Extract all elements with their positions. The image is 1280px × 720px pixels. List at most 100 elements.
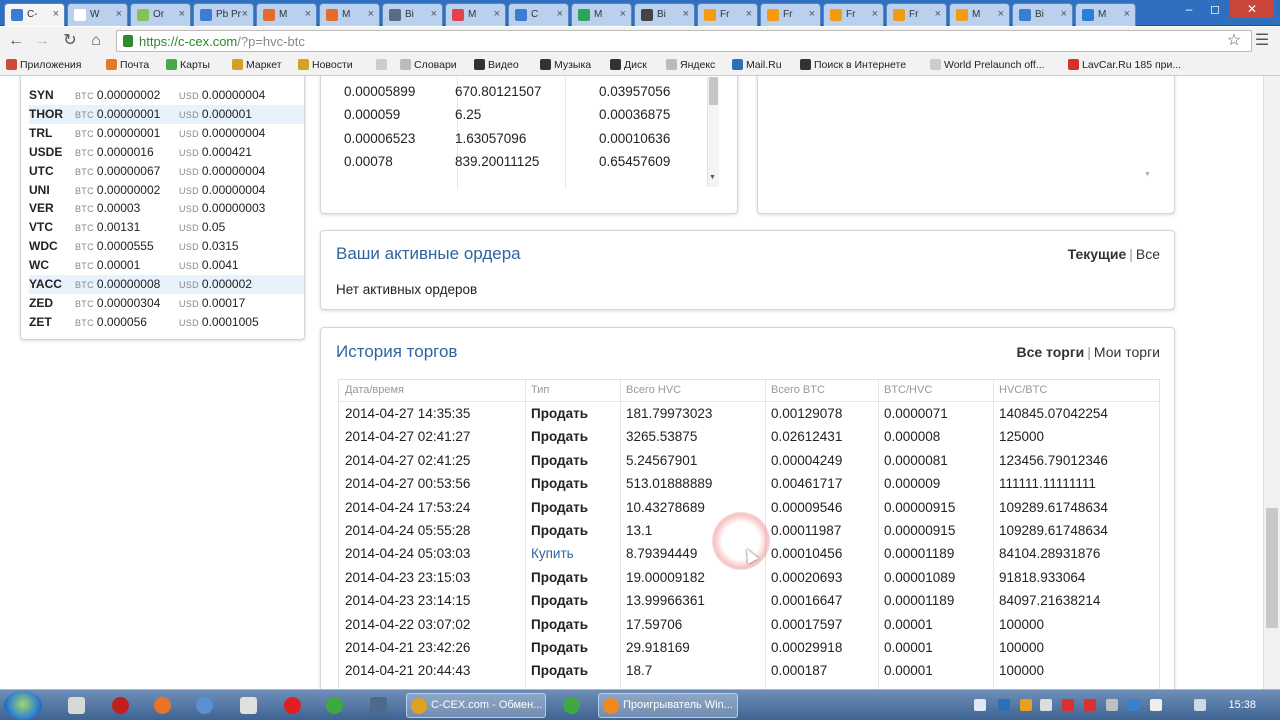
tab-close-icon[interactable]: × [305,8,311,20]
tray-icon[interactable] [1020,699,1032,711]
table-row[interactable]: 2014-04-23 23:15:03 Продать 19.00009182 0.0… [339,566,1159,589]
column-header[interactable]: BTC/HVC [884,384,932,396]
minimize-button[interactable]: – [1176,0,1202,18]
browser-tab[interactable]: C- × [4,3,65,26]
back-arrow-icon[interactable]: ← [6,31,26,51]
browser-tab[interactable]: Bi × [382,3,443,26]
table-row[interactable]: 2014-04-21 23:42:26 Продать 29.918169 0.000… [339,636,1159,659]
trade-type[interactable]: Продать [531,429,588,444]
scroll-down-arrow-icon[interactable]: ▼ [709,174,716,181]
browser-tab[interactable]: Bi × [1012,3,1073,26]
trade-type[interactable]: Продать [531,476,588,491]
browser-tab[interactable]: Fr × [886,3,947,26]
bookmark-item[interactable]: Новости [298,59,353,71]
bookmark-item[interactable]: LavCar.Ru 185 при... [1068,59,1181,71]
bookmark-item[interactable] [376,59,390,71]
coin-row[interactable]: THOR BTC 0.00000001 USD 0.000001 [29,104,304,124]
tray-icon[interactable] [1106,699,1118,711]
media-icon[interactable] [240,697,257,714]
page-scrollbar[interactable] [1263,76,1280,689]
close-window-button[interactable]: ✕ [1230,0,1274,18]
order-book-row[interactable]: 0.00006523 1.63057096 0.00010636 [333,128,703,151]
tab-close-icon[interactable]: × [116,8,122,20]
coin-row[interactable]: VTC BTC 0.00131 USD 0.05 [29,218,304,237]
tab-close-icon[interactable]: × [1061,8,1067,20]
volume-icon[interactable] [1194,699,1206,711]
browser-tab[interactable]: M × [1075,3,1136,26]
coin-row[interactable]: YACC BTC 0.00000008 USD 0.000002 [29,275,304,294]
tray-icon[interactable] [1084,699,1096,711]
tray-icon[interactable] [974,699,986,711]
order-book-row[interactable]: 0.00078 839.20011125 0.65457609 [333,151,703,174]
bookmark-item[interactable]: Яндекс [666,59,715,71]
trade-type[interactable]: Продать [531,617,588,632]
home-icon[interactable]: ⌂ [86,31,106,51]
browser-tab[interactable]: Fr × [823,3,884,26]
tab-close-icon[interactable]: × [746,8,752,20]
tab-close-icon[interactable]: × [494,8,500,20]
table-row[interactable]: 2014-04-27 02:41:25 Продать 5.24567901 0.00… [339,449,1159,472]
browser-tab[interactable]: Or × [130,3,191,26]
bookmark-item[interactable]: Mail.Ru [732,59,782,71]
browser-tab[interactable]: Fr × [760,3,821,26]
table-row[interactable]: 2014-04-22 03:07:02 Продать 17.59706 0.0001… [339,613,1159,636]
bookmark-item[interactable]: Музыка [540,59,591,71]
page-scroll-thumb[interactable] [1266,508,1278,628]
coin-row[interactable]: SYN BTC 0.00000002 USD 0.00000004 [29,86,304,105]
trade-type[interactable]: Продать [531,570,588,585]
browser-tab[interactable]: C × [508,3,569,26]
coin-row[interactable]: ZET BTC 0.000056 USD 0.0001005 [29,313,304,332]
coin-row[interactable]: VER BTC 0.00003 USD 0.00000003 [29,199,304,218]
coin-row[interactable]: UNI BTC 0.00000002 USD 0.00000004 [29,181,304,200]
filter-all-trades-link[interactable]: Все торги [1016,344,1084,360]
browser-tab[interactable]: M × [445,3,506,26]
menu-icon[interactable]: ☰ [1252,31,1272,51]
filter-current-link[interactable]: Текущие [1068,246,1127,262]
table-row[interactable]: 2014-04-27 00:53:56 Продать 513.01888889 0.… [339,472,1159,495]
pdf-reader-icon[interactable] [68,697,85,714]
order-book-row[interactable]: 0.000059 6.25 0.00036875 [333,104,703,127]
green-app-icon[interactable] [563,697,580,714]
forward-arrow-icon[interactable]: → [32,31,52,51]
tab-close-icon[interactable]: × [53,8,59,20]
tray-icon[interactable] [1062,699,1074,711]
filter-my-trades-link[interactable]: Мои торги [1094,344,1160,360]
tray-icon[interactable] [1150,699,1162,711]
tray-icon[interactable] [998,699,1010,711]
taskbar-task-button[interactable]: Проигрыватель Win... [598,693,738,718]
trade-type[interactable]: Продать [531,593,588,608]
order-book-scrollbar[interactable]: ▼ [707,77,719,187]
reload-icon[interactable]: ↻ [60,31,80,51]
column-header[interactable]: HVC/BTC [999,384,1047,396]
table-row[interactable]: 2014-04-23 23:14:15 Продать 13.99966361 0.0… [339,589,1159,612]
yandex-icon[interactable] [284,697,301,714]
trade-type[interactable]: Продать [531,523,588,538]
browser-tab[interactable]: Fr × [697,3,758,26]
table-row[interactable]: 2014-04-21 20:44:43 Продать 18.7 0.000187 0.… [339,659,1159,682]
opera-icon[interactable] [112,697,129,714]
address-bar[interactable]: https://c-cex.com/?p=hvc-btc [116,30,1252,52]
trade-type[interactable]: Продать [531,500,588,515]
column-header[interactable]: Всего BTC [771,384,825,396]
tab-close-icon[interactable]: × [809,8,815,20]
firefox-icon[interactable] [154,697,171,714]
coin-row[interactable]: WC BTC 0.00001 USD 0.0041 [29,256,304,275]
browser-tab[interactable]: M × [949,3,1010,26]
tab-close-icon[interactable]: × [683,8,689,20]
coin-row[interactable]: WDC BTC 0.0000555 USD 0.0315 [29,237,304,256]
column-header[interactable]: Тип [531,384,549,396]
bookmark-item[interactable]: Диск [610,59,647,71]
column-header[interactable]: Всего HVC [626,384,681,396]
trade-type[interactable]: Купить [531,546,574,561]
app-icon[interactable] [370,697,387,714]
start-button[interactable] [4,691,42,720]
bookmark-item[interactable]: Видео [474,59,519,71]
browser-tab[interactable]: M × [571,3,632,26]
browser-tab[interactable]: Pb Pr × [193,3,254,26]
browser-tab[interactable]: Bi × [634,3,695,26]
coin-row[interactable]: TRL BTC 0.00000001 USD 0.00000004 [29,124,304,143]
tray-icon[interactable] [1040,699,1052,711]
bookmark-item[interactable]: Словари [400,59,457,71]
tab-close-icon[interactable]: × [935,8,941,20]
tab-close-icon[interactable]: × [368,8,374,20]
